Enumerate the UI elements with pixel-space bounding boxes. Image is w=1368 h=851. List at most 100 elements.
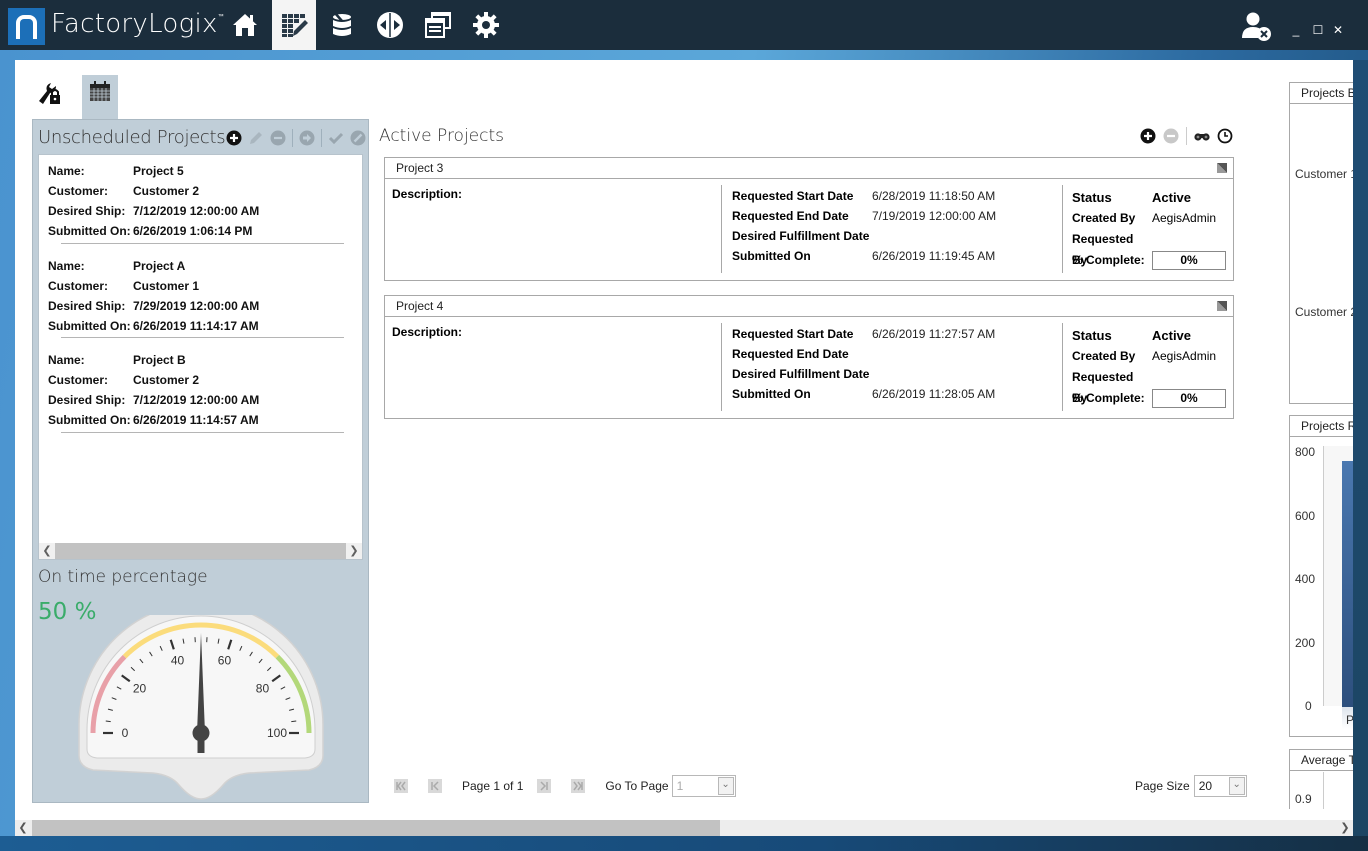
customer-value: Customer 1 [133, 279, 200, 293]
gauge-tick-label: 60 [218, 654, 232, 668]
desired-label: Desired Fulfillment Date [732, 229, 870, 243]
scroll-right-icon[interactable]: ❯ [346, 543, 362, 559]
list-item[interactable]: Name: Project 5 Customer: Customer 2 Desir… [48, 161, 344, 241]
edit-icon[interactable] [248, 130, 264, 146]
pager: Page 1 of 1 Go To Page 1 ⌄ [394, 775, 736, 797]
project-name: Project 5 [133, 164, 184, 178]
submitted-label: Submitted On [732, 387, 811, 401]
home-icon [233, 14, 257, 36]
percent-complete: 0% [1152, 251, 1226, 270]
requested-by-label: Requested By [1072, 232, 1134, 267]
project-card[interactable]: Project 4 Description: Requested Start D… [384, 295, 1234, 419]
item-divider [61, 243, 344, 244]
page-size-select[interactable]: 20 ⌄ [1193, 775, 1247, 797]
chevron-down-icon[interactable]: ⌄ [1228, 777, 1245, 795]
tools-lock-icon [39, 83, 60, 104]
req-start-value: 6/28/2019 11:18:50 AM [872, 189, 996, 203]
close-button[interactable]: ✕ [1330, 22, 1346, 38]
submitted-value: 6/26/2019 11:19:45 AM [872, 249, 996, 263]
previous-page-icon[interactable] [428, 779, 442, 793]
last-page-icon[interactable] [571, 779, 586, 793]
projects-revenue-chart: Projects R 800 600 400 200 0 P [1289, 415, 1353, 737]
add-icon[interactable] [1140, 128, 1156, 144]
title-bar: FactoryLogix™ _ ☐ ✕ [0, 0, 1368, 50]
gauge-minor-tick [105, 720, 111, 723]
minimize-button[interactable]: _ [1288, 22, 1304, 38]
active-projects-title: Active Projects [379, 126, 505, 146]
list-item[interactable]: Name: Project A Customer: Customer 1 Desir… [48, 256, 344, 336]
page-indicator: Page 1 of 1 [462, 779, 524, 793]
y-axis [1323, 772, 1324, 809]
y-tick-label: 200 [1295, 636, 1316, 650]
nav-navigation-button[interactable] [368, 0, 412, 50]
name-label: Name: [48, 259, 85, 273]
user-logout-icon[interactable] [1240, 10, 1272, 42]
list-horizontal-scrollbar[interactable]: ❮ ❯ [39, 543, 362, 559]
gauge-tick-label: 20 [133, 681, 147, 695]
remove-icon[interactable] [1163, 128, 1179, 144]
dates-section: Requested Start Date 6/28/2019 11:18:50 A… [732, 186, 996, 266]
description-label: Description: [392, 187, 463, 201]
remove-icon[interactable] [270, 130, 286, 146]
expand-icon[interactable] [1217, 301, 1227, 311]
submitted-label: Submitted On: [48, 413, 131, 427]
card-header: Project 4 [385, 296, 1233, 317]
status-label: Status [1072, 328, 1112, 343]
name-label: Name: [48, 164, 85, 178]
binoculars-icon[interactable] [1194, 128, 1210, 144]
req-end-value: 7/19/2019 12:00:00 AM [872, 209, 997, 223]
tab-calendar[interactable] [82, 75, 118, 120]
category-label: Customer 1 [1295, 167, 1353, 181]
toolbar-separator [292, 129, 293, 147]
first-page-icon[interactable] [394, 779, 408, 793]
forward-icon[interactable] [299, 130, 315, 146]
created-by-value: AegisAdmin [1152, 211, 1217, 225]
chart-title: Average T [1290, 750, 1353, 771]
unscheduled-list[interactable]: Name: Project 5 Customer: Customer 2 Desir… [38, 154, 363, 560]
customer-value: Customer 2 [133, 373, 200, 387]
y-tick-label: 0.9 [1295, 792, 1312, 806]
windows-icon [425, 12, 451, 38]
next-page-icon[interactable] [537, 779, 552, 793]
req-start-value: 6/26/2019 11:27:57 AM [872, 327, 996, 341]
goto-page-select[interactable]: 1 ⌄ [671, 775, 736, 797]
requested-by-label: Requested By [1072, 370, 1134, 405]
brand-name: FactoryLogix [51, 9, 218, 39]
percent-complete: 0% [1152, 389, 1226, 408]
scroll-thumb[interactable] [55, 543, 346, 559]
nav-planning-button[interactable] [272, 0, 316, 50]
page-size-label: Page Size [1135, 779, 1190, 793]
maximize-button[interactable]: ☐ [1310, 22, 1326, 38]
scroll-left-icon[interactable]: ❮ [39, 543, 55, 559]
gauge-tick-label: 80 [256, 681, 270, 695]
complete-label: % Complete: [1072, 253, 1145, 267]
check-icon[interactable] [328, 130, 344, 146]
navigation-compass-icon [377, 12, 403, 38]
submitted-label: Submitted On: [48, 224, 131, 238]
category-label: Customer 2 [1295, 305, 1353, 319]
add-icon[interactable] [226, 130, 242, 146]
goto-page-label: Go To Page [605, 779, 669, 793]
list-item[interactable]: Name: Project B Customer: Customer 2 Desir… [48, 350, 344, 430]
clock-icon[interactable] [1217, 128, 1233, 144]
scroll-thumb[interactable] [32, 820, 720, 836]
main-horizontal-scrollbar[interactable]: ❮ ❯ [15, 820, 1353, 836]
scroll-left-icon[interactable]: ❮ [15, 820, 31, 836]
expand-icon[interactable] [1217, 163, 1227, 173]
nav-windows-button[interactable] [416, 0, 460, 50]
column-divider [1062, 185, 1063, 273]
nav-data-button[interactable] [320, 0, 364, 50]
cancel-icon[interactable] [350, 130, 366, 146]
gear-icon [473, 12, 499, 38]
description-label: Description: [392, 325, 463, 339]
gauge-needle-hub [192, 724, 210, 742]
column-divider [721, 185, 722, 273]
tab-tools-lock[interactable] [32, 75, 68, 120]
scroll-right-icon[interactable]: ❯ [1337, 820, 1353, 836]
project-name: Project 3 [396, 161, 444, 175]
nav-settings-button[interactable] [464, 0, 508, 50]
nav-home-button[interactable] [223, 0, 267, 50]
chevron-down-icon[interactable]: ⌄ [717, 777, 734, 795]
status-section: Status Active Created By AegisAdmin Reques… [1072, 187, 1226, 271]
project-card[interactable]: Project 3 Description: Requested Start D… [384, 157, 1234, 281]
